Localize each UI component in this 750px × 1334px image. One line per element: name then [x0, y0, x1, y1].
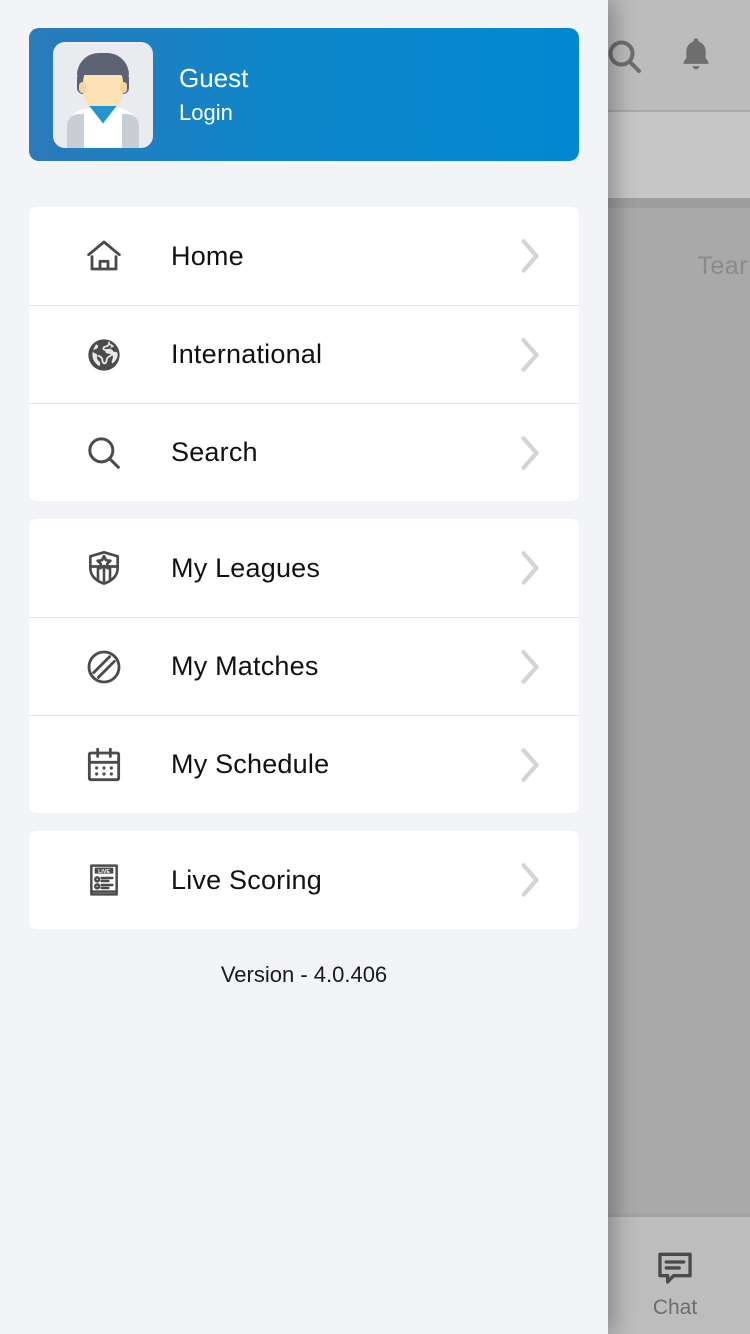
- chevron-right-icon: [519, 550, 541, 586]
- chevron-right-icon: [519, 238, 541, 274]
- menu-item-label: Search: [171, 437, 258, 467]
- circle-slash-icon: [81, 644, 127, 690]
- menu-item-label: Live Scoring: [171, 864, 322, 895]
- menu-item-home[interactable]: Home: [29, 207, 579, 305]
- chevron-right-icon: [519, 649, 541, 685]
- chevron-right-icon: [519, 435, 541, 471]
- live-scoreboard-icon: LIVE: [81, 857, 127, 903]
- menu-item-label: International: [171, 339, 323, 369]
- menu-item-label: Home: [171, 240, 244, 271]
- background-chat-tab[interactable]: Chat: [612, 1248, 738, 1320]
- calendar-icon: [81, 742, 127, 788]
- app-version-label: Version - 4.0.406: [220, 962, 388, 987]
- shield-star-icon: [81, 545, 127, 591]
- user-avatar-icon: [53, 41, 153, 148]
- profile-login-card[interactable]: Guest Login: [29, 28, 579, 161]
- menu-group-live: LIVE Live Scoring: [29, 831, 579, 929]
- globe-icon: [81, 332, 127, 378]
- chat-bubble-icon: [652, 1248, 698, 1290]
- background-chat-label: Chat: [652, 1296, 698, 1319]
- menu-item-label: My Leagues: [171, 552, 321, 583]
- svg-text:LIVE: LIVE: [98, 869, 110, 875]
- chevron-right-icon: [519, 337, 541, 373]
- navigation-drawer: Guest Login Home International Search My…: [0, 0, 608, 1334]
- profile-text-block: Guest Login: [179, 61, 248, 129]
- home-icon: [81, 233, 127, 279]
- search-icon[interactable]: [604, 36, 644, 76]
- menu-item-label: My Schedule: [171, 749, 330, 779]
- menu-item-my-schedule[interactable]: My Schedule: [29, 715, 579, 813]
- profile-name: Guest: [179, 62, 249, 93]
- menu-item-my-leagues[interactable]: My Leagues: [29, 519, 579, 617]
- search-icon: [81, 430, 127, 476]
- menu-item-my-matches[interactable]: My Matches: [29, 617, 579, 715]
- profile-login-label[interactable]: Login: [179, 97, 248, 129]
- menu-item-live-scoring[interactable]: LIVE Live Scoring: [29, 831, 579, 929]
- menu-item-international[interactable]: International: [29, 305, 579, 403]
- menu-item-label: My Matches: [171, 651, 319, 681]
- menu-group-personal: My Leagues My Matches My Schedule: [29, 519, 579, 813]
- menu-item-search[interactable]: Search: [29, 403, 579, 501]
- bell-icon[interactable]: [676, 32, 716, 76]
- menu-group-primary: Home International Search: [29, 207, 579, 501]
- chevron-right-icon: [519, 747, 541, 783]
- app-screen: Tear Chat Guest Login Home International…: [0, 0, 750, 1334]
- background-tab-label: Tear: [697, 252, 748, 280]
- chevron-right-icon: [519, 862, 541, 898]
